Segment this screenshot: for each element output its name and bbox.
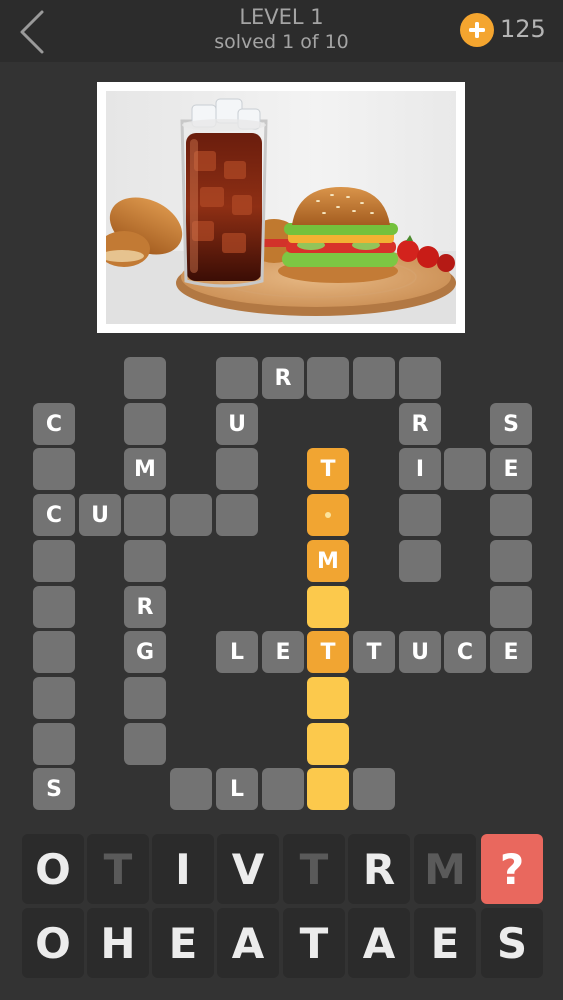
grid-cell-empty[interactable] <box>124 494 166 536</box>
add-coins-icon[interactable] <box>460 13 494 47</box>
grid-cell-empty[interactable] <box>216 357 258 399</box>
grid-cell-empty[interactable] <box>307 723 349 765</box>
grid-cell-empty[interactable] <box>170 494 212 536</box>
grid-cell-letter[interactable]: T <box>353 631 395 673</box>
grid-cell-empty[interactable] <box>124 403 166 445</box>
grid-cell-empty[interactable] <box>307 768 349 810</box>
grid-cell-letter[interactable]: E <box>490 631 532 673</box>
grid-cell-letter[interactable]: C <box>33 494 75 536</box>
grid-cell-empty[interactable] <box>490 494 532 536</box>
grid-cell-empty[interactable] <box>307 677 349 719</box>
grid-cell-letter[interactable]: S <box>33 768 75 810</box>
grid-cell-empty[interactable] <box>124 723 166 765</box>
grid-cell-letter[interactable]: L <box>216 631 258 673</box>
burger-and-cola-photo <box>106 91 456 324</box>
grid-cell-letter[interactable]: M <box>124 448 166 490</box>
hint-button[interactable]: ? <box>481 834 543 904</box>
grid-cell-letter[interactable]: R <box>124 586 166 628</box>
grid-cell-letter[interactable]: S <box>490 403 532 445</box>
coin-count: 125 <box>500 15 546 43</box>
letter-key[interactable]: S <box>481 908 543 978</box>
grid-cell-letter[interactable]: U <box>399 631 441 673</box>
grid-cell-empty[interactable] <box>33 631 75 673</box>
letter-key[interactable]: E <box>414 908 476 978</box>
grid-cell-letter[interactable]: C <box>33 403 75 445</box>
grid-cell-empty[interactable] <box>124 677 166 719</box>
grid-cell-empty[interactable] <box>170 768 212 810</box>
letter-key[interactable]: H <box>87 908 149 978</box>
cursor-dot-icon <box>325 512 331 518</box>
grid-cell-empty[interactable] <box>33 586 75 628</box>
grid-cell-letter[interactable]: U <box>79 494 121 536</box>
letter-key[interactable]: M <box>414 834 476 904</box>
grid-cell-empty[interactable] <box>399 540 441 582</box>
letter-key[interactable]: T <box>283 908 345 978</box>
clue-photo-frame <box>97 82 465 333</box>
letter-key[interactable]: R <box>348 834 410 904</box>
grid-cell-empty[interactable] <box>262 768 304 810</box>
grid-cell-empty[interactable] <box>33 677 75 719</box>
letter-key[interactable]: A <box>217 908 279 978</box>
grid-cell-empty[interactable] <box>124 357 166 399</box>
letter-key[interactable]: A <box>348 908 410 978</box>
grid-cell-empty[interactable] <box>33 540 75 582</box>
letter-key[interactable]: T <box>87 834 149 904</box>
grid-cell-empty[interactable] <box>216 448 258 490</box>
top-bar: LEVEL 1 solved 1 of 10 125 <box>0 0 563 62</box>
letter-key[interactable]: O <box>22 908 84 978</box>
letter-key[interactable]: I <box>152 834 214 904</box>
grid-cell-empty[interactable] <box>490 586 532 628</box>
grid-cell-letter[interactable]: T <box>307 631 349 673</box>
grid-cell-empty[interactable] <box>399 357 441 399</box>
grid-cell-letter[interactable]: E <box>490 448 532 490</box>
letter-key[interactable]: O <box>22 834 84 904</box>
grid-cell-letter[interactable]: R <box>262 357 304 399</box>
grid-cell-letter[interactable]: U <box>216 403 258 445</box>
letter-key[interactable]: T <box>283 834 345 904</box>
grid-cell-empty[interactable] <box>399 494 441 536</box>
letter-key[interactable]: E <box>152 908 214 978</box>
grid-cell-empty[interactable] <box>307 494 349 536</box>
grid-cell-letter[interactable]: M <box>307 540 349 582</box>
grid-cell-empty[interactable] <box>124 540 166 582</box>
grid-cell-empty[interactable] <box>490 540 532 582</box>
letter-key[interactable]: V <box>217 834 279 904</box>
grid-cell-empty[interactable] <box>33 448 75 490</box>
grid-cell-letter[interactable]: R <box>399 403 441 445</box>
grid-cell-letter[interactable]: E <box>262 631 304 673</box>
grid-cell-empty[interactable] <box>353 357 395 399</box>
grid-cell-empty[interactable] <box>216 494 258 536</box>
grid-cell-empty[interactable] <box>307 586 349 628</box>
grid-cell-empty[interactable] <box>353 768 395 810</box>
grid-cell-letter[interactable]: C <box>444 631 486 673</box>
grid-cell-empty[interactable] <box>444 448 486 490</box>
grid-cell-empty[interactable] <box>307 357 349 399</box>
grid-cell-letter[interactable]: L <box>216 768 258 810</box>
grid-cell-letter[interactable]: T <box>307 448 349 490</box>
grid-cell-empty[interactable] <box>33 723 75 765</box>
grid-cell-letter[interactable]: I <box>399 448 441 490</box>
grid-cell-letter[interactable]: G <box>124 631 166 673</box>
